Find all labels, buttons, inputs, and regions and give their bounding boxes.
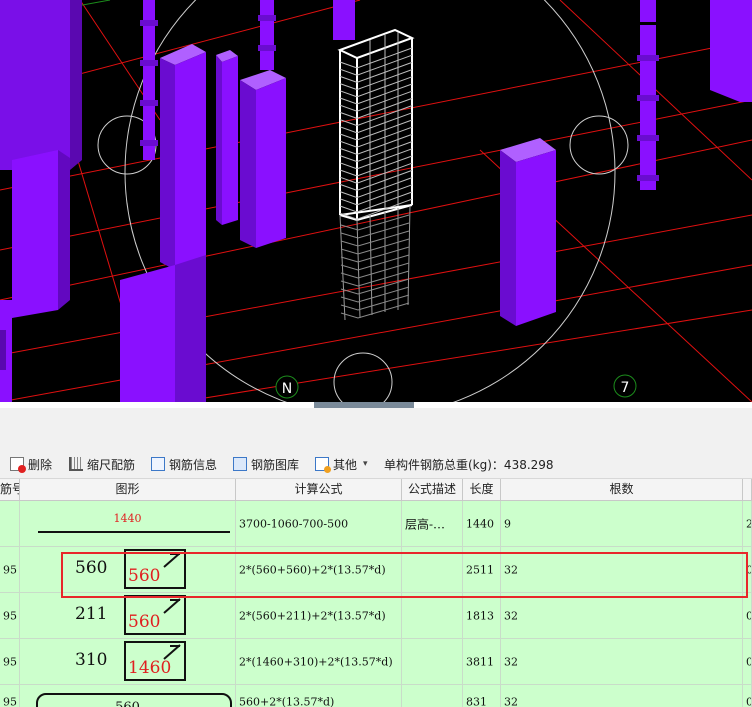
col-header-extra[interactable] xyxy=(743,479,752,501)
length-value: 2511 xyxy=(466,563,494,576)
row-id: 95 xyxy=(3,695,17,707)
extra-value: 0 xyxy=(746,655,751,668)
row-id: 95 xyxy=(3,655,17,668)
shape-cell: 1440 xyxy=(20,501,236,546)
col-header-id[interactable]: 筋号 xyxy=(0,479,20,501)
formula-text: 3700-1060-700-500 xyxy=(239,517,349,530)
col-header-shape[interactable]: 图形 xyxy=(20,479,236,501)
compass-north-label: N xyxy=(282,381,292,397)
delete-label: 删除 xyxy=(28,457,53,472)
extra-value: 0 xyxy=(746,696,751,707)
scale-rebar-label: 缩尺配筋 xyxy=(87,457,136,472)
stirrup-shape: 1460 xyxy=(124,641,186,681)
shape-inner-label: 560 xyxy=(128,612,161,632)
orbit-handle-right[interactable] xyxy=(569,115,629,175)
col-header-length[interactable]: 长度 xyxy=(463,479,501,501)
shape-inner-label: 1460 xyxy=(128,658,172,678)
extra-value: 2 xyxy=(746,517,751,530)
formula-text: 2*(560+211)+2*(13.57*d) xyxy=(239,609,386,622)
length-value: 1813 xyxy=(466,609,494,622)
other-menu-button[interactable]: 其他 ▾ xyxy=(315,455,368,473)
document-icon xyxy=(151,457,165,471)
scale-rebar-icon xyxy=(69,457,83,471)
shape-length-label: 560 xyxy=(20,700,235,707)
chevron-down-icon: ▾ xyxy=(363,459,368,469)
axis-marker-label: 7 xyxy=(621,380,630,396)
extra-value: 0 xyxy=(746,609,751,622)
col-header-desc[interactable]: 公式描述 xyxy=(402,479,463,501)
count-value: 32 xyxy=(504,563,518,576)
rebar-table: 筋号 图形 计算公式 公式描述 长度 根数 1440 3700-1060-700… xyxy=(0,479,752,707)
shape-cell: 560 560 xyxy=(20,547,236,592)
shape-inner-label: 560 xyxy=(128,566,161,586)
shape-side-label: 211 xyxy=(75,604,108,624)
row-id: 95 xyxy=(3,563,17,576)
scale-rebar-button[interactable]: 缩尺配筋 xyxy=(69,455,135,473)
rebar-library-label: 钢筋图库 xyxy=(251,457,300,472)
col-header-count[interactable]: 根数 xyxy=(501,479,743,501)
length-value: 3811 xyxy=(466,655,494,668)
delete-icon xyxy=(10,457,26,473)
orbit-handle-bottom[interactable] xyxy=(333,352,393,402)
row-id: 95 xyxy=(3,609,17,622)
shape-length-label: 1440 xyxy=(113,512,142,525)
count-value: 32 xyxy=(504,655,518,668)
table-row[interactable]: 95 211 560 2*(560+211)+2*(13.57*d) 1813 … xyxy=(0,593,752,639)
formula-text: 2*(1460+310)+2*(13.57*d) xyxy=(239,655,393,668)
formula-text: 560+2*(13.57*d) xyxy=(239,695,335,707)
stirrup-shape: 560 xyxy=(124,595,186,635)
shape-cell: 310 1460 xyxy=(20,639,236,684)
table-row[interactable]: 95 560 560 2*(560+560)+2*(13.57*d) 2511 … xyxy=(0,547,752,593)
shape-cell: 211 560 xyxy=(20,593,236,638)
rebar-info-label: 钢筋信息 xyxy=(169,457,218,472)
extra-value: 0 xyxy=(746,563,751,576)
purple-columns xyxy=(0,0,752,402)
other-menu-label: 其他 xyxy=(333,457,358,472)
stirrup-shape: 560 xyxy=(124,549,186,589)
formula-desc: 层高-… xyxy=(405,517,446,531)
shape-side-label: 310 xyxy=(75,650,108,670)
rebar-library-button[interactable]: 钢筋图库 xyxy=(233,455,299,473)
3d-scene: N 7 xyxy=(0,0,752,402)
straight-bar-shape xyxy=(38,531,230,533)
shape-side-label: 560 xyxy=(75,558,108,578)
count-value: 9 xyxy=(504,517,511,530)
table-row[interactable]: 95 310 1460 2*(1460+310)+2*(13.57*d) 381… xyxy=(0,639,752,685)
rebar-toolbar: 删除 缩尺配筋 钢筋信息 钢筋图库 其他 ▾ 单构件钢筋总重(kg)：438.2… xyxy=(0,450,752,479)
formula-text: 2*(560+560)+2*(13.57*d) xyxy=(239,563,386,576)
shape-cell: 560 xyxy=(20,685,236,707)
table-row[interactable]: 95 560 560+2*(13.57*d) 831 32 0 xyxy=(0,685,752,707)
rebar-info-button[interactable]: 钢筋信息 xyxy=(151,455,217,473)
count-value: 32 xyxy=(504,695,518,707)
length-value: 1440 xyxy=(466,517,494,530)
table-row[interactable]: 1440 3700-1060-700-500 层高-… 1440 9 2 xyxy=(0,501,752,547)
col-header-formula[interactable]: 计算公式 xyxy=(236,479,402,501)
total-weight-label: 单构件钢筋总重(kg)：438.298 xyxy=(384,457,554,472)
library-icon xyxy=(233,457,247,471)
3d-viewport[interactable]: N 7 xyxy=(0,0,752,402)
count-value: 32 xyxy=(504,609,518,622)
rebar-panel: 删除 缩尺配筋 钢筋信息 钢筋图库 其他 ▾ 单构件钢筋总重(kg)：438.2… xyxy=(0,408,752,707)
delete-button[interactable]: 删除 xyxy=(10,455,52,473)
other-icon xyxy=(315,457,331,473)
length-value: 831 xyxy=(466,695,487,707)
